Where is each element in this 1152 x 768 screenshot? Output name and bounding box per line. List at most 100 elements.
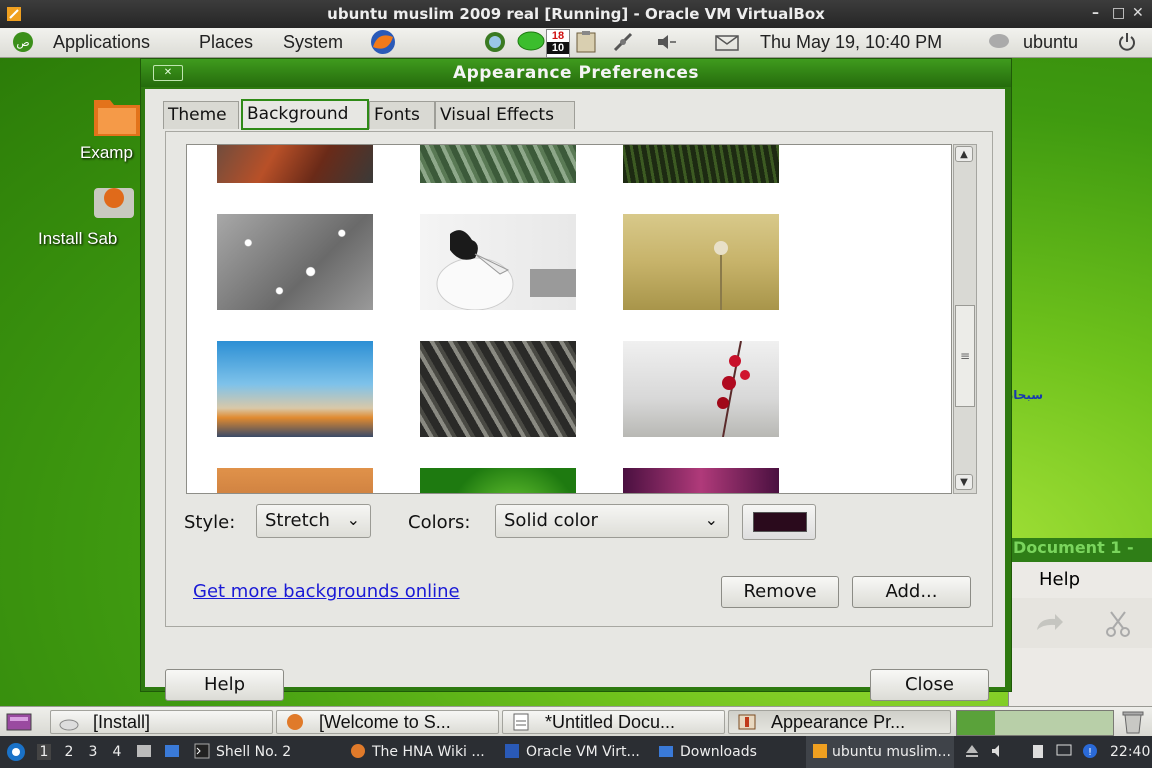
user-chat-icon[interactable] [988, 31, 1010, 53]
eject-icon[interactable] [964, 743, 980, 759]
document-toolbar [1009, 598, 1152, 648]
help-button[interactable]: Help [165, 669, 284, 701]
tab-background[interactable]: Background [241, 99, 369, 130]
user-name[interactable]: ubuntu [1023, 32, 1078, 53]
desktop-icon-label: Examp [80, 143, 133, 162]
host-title-bar: ubuntu muslim 2009 real [Running] - Orac… [0, 0, 1152, 28]
wallpaper-thumbnail[interactable] [217, 145, 373, 183]
task-install[interactable]: [Install] [50, 710, 273, 734]
style-dropdown[interactable]: Stretch ⌄ [256, 504, 371, 538]
desktop-icon-examples[interactable]: Examp [80, 92, 142, 163]
chevron-down-icon: ⌄ [346, 510, 360, 529]
wallpaper-list[interactable] [186, 144, 952, 494]
cut-icon[interactable] [1103, 610, 1133, 638]
applications-menu[interactable]: Applications [53, 32, 150, 53]
terminal-icon[interactable] [194, 743, 210, 759]
wallpaper-thumbnail-sky[interactable] [217, 341, 373, 437]
remove-button[interactable]: Remove [721, 576, 839, 608]
workspace-switcher[interactable] [956, 710, 1114, 736]
close-button[interactable]: Close [870, 669, 989, 701]
redo-icon[interactable] [1033, 610, 1067, 636]
network-icon[interactable] [612, 31, 634, 53]
power-icon[interactable] [1116, 31, 1138, 53]
host-task-ubuntu-muslim: ubuntu muslim... [832, 744, 951, 760]
ubuntu-logo-icon[interactable]: ص [12, 31, 34, 53]
close-window-button[interactable]: ✕ [1132, 5, 1144, 21]
chat-icon[interactable] [516, 31, 546, 53]
wallpaper-thumbnail-red-leaves[interactable] [623, 340, 779, 438]
help-menu[interactable]: Help [1039, 569, 1080, 590]
file-manager-icon[interactable] [136, 743, 152, 759]
color-picker-button[interactable] [742, 504, 816, 540]
desktop-icon-install[interactable]: Install Sab [38, 178, 140, 249]
show-desktop-icon[interactable] [6, 711, 32, 733]
firefox-icon[interactable] [368, 29, 398, 55]
leaves-image-icon [717, 340, 750, 438]
start-menu-icon[interactable] [6, 742, 26, 762]
calendar-day-bottom: 10 [547, 42, 569, 54]
document-menubar: Help [1009, 566, 1152, 596]
wallpaper-thumbnail[interactable] [420, 145, 576, 183]
virtualbox-icon [813, 744, 827, 758]
wallpaper-thumbnail[interactable] [623, 468, 779, 493]
clipboard-icon[interactable] [572, 31, 600, 53]
desktop-icon[interactable] [164, 743, 180, 759]
wallpaper-thumbnail-dog[interactable] [420, 214, 576, 311]
task-untitled-document[interactable]: *Untitled Docu... [502, 710, 725, 734]
volume-icon[interactable] [655, 31, 677, 53]
maximize-button[interactable]: □ [1112, 5, 1125, 21]
places-menu[interactable]: Places [199, 32, 253, 53]
dialog-title: Appearance Preferences [452, 63, 700, 83]
scroll-up-icon[interactable]: ▲ [955, 146, 973, 162]
trash-icon[interactable] [1120, 709, 1146, 735]
task-welcome[interactable]: [Welcome to S... [276, 710, 499, 734]
wallpaper-thumbnail-flower[interactable] [623, 214, 779, 310]
task-label: [Install] [93, 712, 151, 732]
get-more-backgrounds-link[interactable]: Get more backgrounds online [193, 581, 460, 602]
clipboard-icon[interactable] [1030, 743, 1046, 759]
scrollbar-thumb[interactable]: ≡ [955, 305, 975, 407]
calendar-icon[interactable]: 18 10 [546, 29, 570, 58]
colors-dropdown[interactable]: Solid color ⌄ [495, 504, 729, 538]
virtualbox-manager-icon[interactable] [504, 743, 520, 759]
datetime[interactable]: Thu May 19, 10:40 PM [760, 32, 942, 53]
mail-icon[interactable] [714, 31, 740, 53]
workspace-button[interactable]: 2 [62, 744, 76, 760]
dialog-titlebar[interactable]: ✕ Appearance Preferences [141, 59, 1011, 87]
scroll-down-icon[interactable]: ▼ [955, 474, 973, 490]
globe-icon[interactable] [480, 31, 510, 53]
wallpaper-thumbnail-water-drops[interactable] [217, 214, 373, 310]
host-task-hna-wiki[interactable]: The HNA Wiki ... [372, 744, 485, 760]
document-icon [513, 713, 529, 731]
host-clock[interactable]: 22:40 [1110, 744, 1150, 760]
volume-icon[interactable] [990, 743, 1006, 759]
svg-text:!: ! [1088, 747, 1092, 758]
workspace-button[interactable]: 1 [37, 744, 51, 760]
add-button[interactable]: Add... [852, 576, 971, 608]
bottom-panel: [Install] [Welcome to S... *Untitled Doc… [0, 706, 1152, 736]
workspace-button[interactable]: 3 [86, 744, 100, 760]
host-task-shell[interactable]: Shell No. 2 [216, 744, 291, 760]
wallpaper-scrollbar[interactable]: ▲ ≡ ▼ [953, 144, 977, 494]
task-label: Appearance Pr... [771, 712, 906, 732]
system-menu[interactable]: System [283, 32, 343, 53]
wallpaper-thumbnail[interactable] [623, 145, 779, 183]
folder-icon[interactable] [658, 743, 674, 759]
top-panel: ص Applications Places System 18 10 Thu M… [0, 28, 1152, 58]
display-icon[interactable] [1056, 743, 1072, 759]
host-task-oracle-vm[interactable]: Oracle VM Virt... [526, 744, 640, 760]
firefox-icon[interactable] [350, 743, 366, 759]
workspace-1[interactable] [957, 711, 995, 735]
tab-visual-effects[interactable]: Visual Effects [435, 101, 575, 129]
wallpaper-thumbnail-rope[interactable] [420, 341, 576, 437]
host-task-active[interactable]: ubuntu muslim... [806, 736, 954, 768]
minimize-button[interactable]: – [1092, 5, 1099, 21]
wallpaper-thumbnail[interactable] [420, 468, 576, 493]
workspace-button[interactable]: 4 [110, 744, 124, 760]
wallpaper-thumbnail[interactable] [217, 468, 373, 493]
tab-theme[interactable]: Theme [163, 101, 239, 129]
tab-fonts[interactable]: Fonts [369, 101, 435, 129]
host-task-downloads[interactable]: Downloads [680, 744, 757, 760]
notification-icon[interactable]: ! [1082, 743, 1098, 759]
task-appearance-preferences[interactable]: Appearance Pr... [728, 710, 951, 734]
